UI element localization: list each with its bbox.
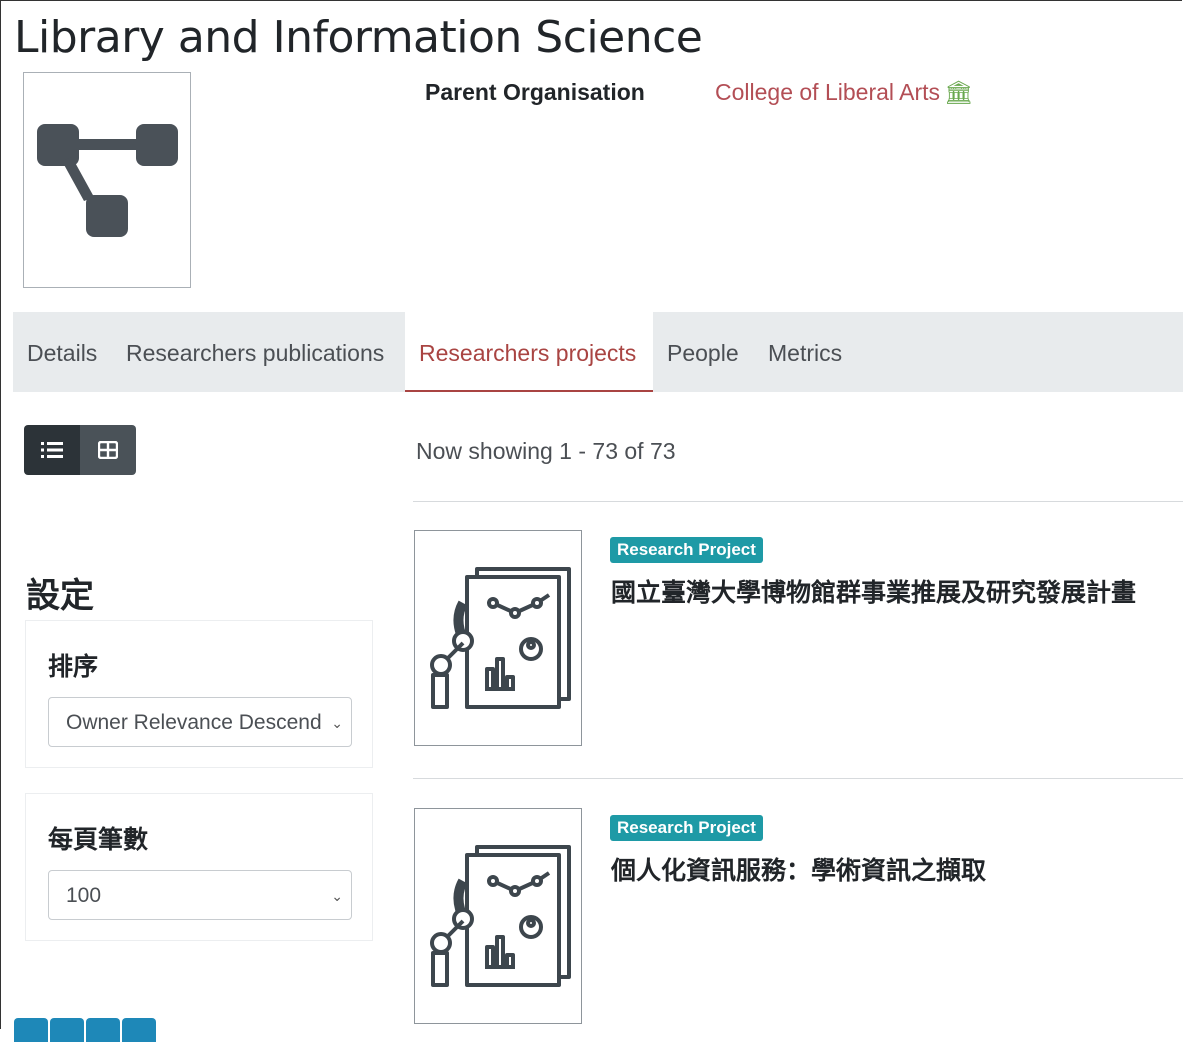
view-toggle: [24, 425, 136, 475]
per-page-label: 每頁筆數: [48, 826, 149, 854]
chevron-down-icon: ⌄: [331, 888, 343, 904]
sort-select-value: Owner Relevance Descend: [66, 711, 322, 734]
parent-org-name[interactable]: College of Liberal Arts: [715, 79, 940, 105]
parent-org-link[interactable]: College of Liberal Arts 🏛: [715, 79, 973, 106]
page-title: Library and Information Science: [14, 12, 703, 63]
list-icon: [41, 442, 63, 458]
share-toolbar: [14, 1018, 156, 1042]
list-view-button[interactable]: [24, 425, 80, 475]
sort-panel: 排序 Owner Relevance Descend ⌄: [25, 620, 373, 768]
project-type-badge: Research Project: [610, 815, 763, 841]
research-report-icon: [430, 567, 571, 709]
grid-icon: [98, 441, 118, 459]
project-type-badge: Research Project: [610, 537, 763, 563]
project-thumbnail[interactable]: [414, 530, 582, 746]
share-icon[interactable]: [50, 1018, 84, 1042]
parent-org-label: Parent Organisation: [425, 79, 645, 105]
project-title-link[interactable]: 國立臺灣大學博物館群事業推展及研究發展計畫: [611, 573, 1136, 609]
sort-select[interactable]: Owner Relevance Descend ⌄: [48, 697, 352, 747]
divider: [413, 778, 1183, 779]
results-count: Now showing 1 - 73 of 73: [416, 438, 676, 464]
tab-researchers-publications[interactable]: Researchers publications: [126, 312, 384, 392]
org-logo: [23, 72, 191, 288]
divider: [413, 501, 1183, 502]
share-icon[interactable]: [86, 1018, 120, 1042]
research-report-icon: [430, 845, 571, 987]
settings-title: 設定: [26, 577, 94, 615]
tab-bar: Details Researchers publications Researc…: [13, 312, 1183, 392]
grid-view-button[interactable]: [80, 425, 136, 475]
per-page-select-value: 100: [66, 884, 102, 907]
tab-researchers-projects[interactable]: Researchers projects: [405, 312, 653, 392]
per-page-select[interactable]: 100 ⌄: [48, 870, 352, 920]
project-thumbnail[interactable]: [414, 808, 582, 1024]
chevron-down-icon: ⌄: [331, 715, 343, 731]
share-icon[interactable]: [14, 1018, 48, 1042]
project-title-link[interactable]: 個人化資訊服務：學術資訊之擷取: [611, 851, 986, 887]
tab-metrics[interactable]: Metrics: [768, 312, 842, 392]
share-icon[interactable]: [122, 1018, 156, 1042]
per-page-panel: 每頁筆數 100 ⌄: [25, 793, 373, 941]
hierarchy-icon: [37, 124, 178, 237]
sort-label: 排序: [48, 653, 99, 681]
tab-details[interactable]: Details: [27, 312, 97, 392]
institution-icon: 🏛: [944, 79, 974, 105]
tab-people[interactable]: People: [667, 312, 739, 392]
